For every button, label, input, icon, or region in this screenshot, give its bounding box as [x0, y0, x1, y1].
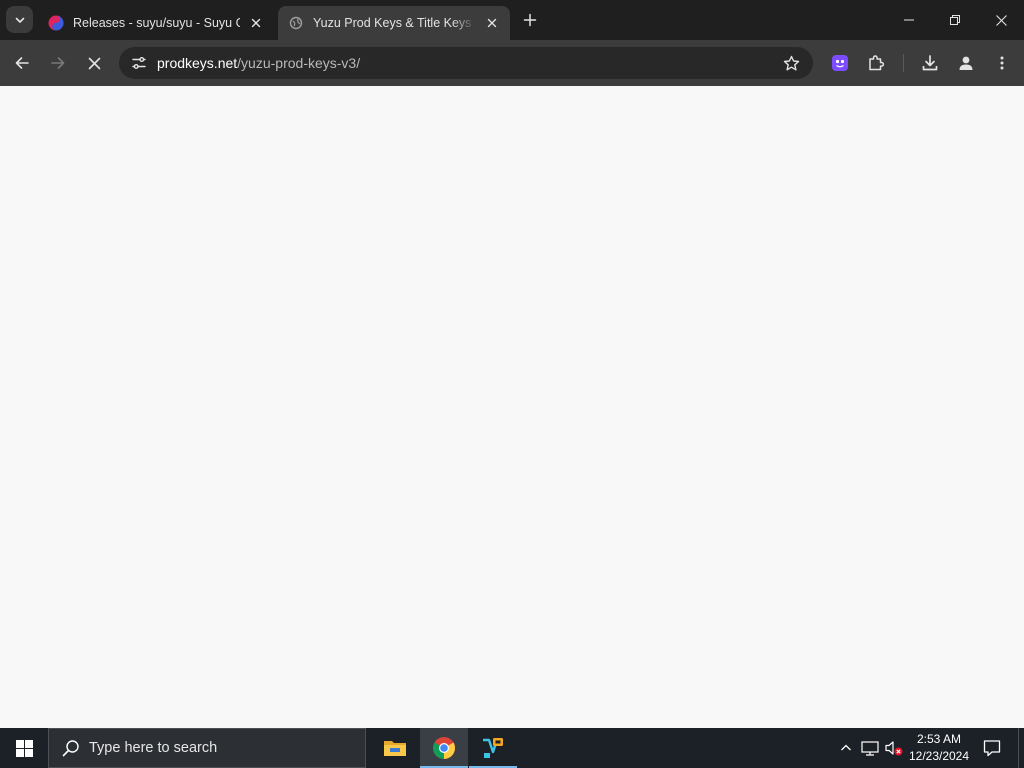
forward-button[interactable] — [44, 49, 72, 77]
stop-loading-button[interactable] — [80, 49, 108, 77]
volume-button[interactable] — [884, 738, 904, 758]
arrow-right-icon — [51, 57, 65, 69]
clock-time: 2:53 AM — [916, 732, 962, 746]
taskbar-search-box[interactable]: Type here to search — [48, 728, 366, 768]
download-icon — [922, 55, 938, 71]
file-explorer-icon — [384, 741, 406, 756]
taskbar-app-3[interactable] — [469, 728, 517, 768]
chrome-icon — [433, 737, 455, 759]
star-icon — [783, 55, 799, 70]
close-icon — [88, 57, 100, 69]
system-clock[interactable]: 2:53 AM 12/23/2024 — [906, 731, 972, 765]
more-vertical-icon — [1000, 56, 1004, 70]
address-bar[interactable]: prodkeys.net/yuzu-prod-keys-v3/ — [119, 47, 813, 79]
taskbar-chrome[interactable] — [420, 728, 468, 768]
avatar-icon — [959, 56, 973, 70]
extension-app-icon — [832, 55, 848, 71]
network-button[interactable] — [860, 738, 880, 758]
show-desktop-button[interactable] — [1018, 728, 1024, 768]
action-center-button[interactable] — [978, 736, 1006, 760]
start-button[interactable] — [0, 728, 48, 768]
suyu-logo-icon — [48, 15, 64, 31]
vscode-like-app-icon — [483, 738, 503, 758]
url-text[interactable]: prodkeys.net/yuzu-prod-keys-v3/ — [157, 55, 360, 71]
windows-logo-icon — [15, 739, 33, 757]
downloads-button[interactable] — [916, 49, 944, 77]
clock-date: 12/23/2024 — [908, 749, 970, 763]
search-icon — [61, 738, 81, 758]
show-hidden-icons-button[interactable] — [836, 738, 856, 758]
search-placeholder: Type here to search — [89, 740, 218, 756]
tab-strip: Releases - suyu/suyu - Suyu Git Yuzu Pro… — [0, 0, 1024, 40]
tab-search-button[interactable] — [6, 6, 33, 33]
loading-globe-icon — [288, 15, 304, 31]
new-tab-button[interactable] — [518, 8, 542, 32]
extensions-menu-button[interactable] — [862, 49, 890, 77]
close-window-button[interactable] — [978, 0, 1024, 40]
minimize-button[interactable] — [886, 0, 932, 40]
tune-icon — [132, 57, 146, 69]
restore-button[interactable] — [932, 0, 978, 40]
arrow-left-icon — [15, 57, 29, 69]
extension-button[interactable] — [826, 49, 854, 77]
tab-title: Yuzu Prod Keys & Title Keys v19 — [313, 16, 476, 30]
chevron-up-icon — [841, 744, 851, 751]
volume-muted-icon — [885, 741, 903, 756]
chevron-down-icon — [15, 17, 24, 23]
profile-button[interactable] — [952, 49, 980, 77]
restore-icon — [950, 15, 960, 25]
chrome-menu-button[interactable] — [988, 49, 1016, 77]
plus-icon — [523, 13, 537, 27]
toolbar-divider — [903, 54, 904, 72]
minimize-icon — [904, 19, 914, 21]
windows-taskbar: Type here to search 2:53 AM 12/23/2024 — [0, 728, 1024, 768]
back-button[interactable] — [8, 49, 36, 77]
tab-yuzu-prod-keys[interactable]: Yuzu Prod Keys & Title Keys v19 — [278, 6, 510, 40]
network-icon — [861, 741, 879, 756]
tab-title: Releases - suyu/suyu - Suyu Git — [73, 16, 240, 30]
bookmark-button[interactable] — [781, 53, 801, 73]
url-path: /yuzu-prod-keys-v3/ — [237, 55, 361, 71]
page-content[interactable] — [0, 86, 1024, 728]
notification-icon — [983, 740, 1001, 757]
puzzle-piece-icon — [869, 55, 885, 71]
taskbar-file-explorer[interactable] — [371, 728, 419, 768]
url-host: prodkeys.net — [157, 55, 238, 71]
tab-releases[interactable]: Releases - suyu/suyu - Suyu Git — [38, 6, 274, 40]
close-tab-icon[interactable] — [484, 15, 500, 31]
close-tab-icon[interactable] — [248, 15, 264, 31]
close-icon — [995, 14, 1007, 26]
site-info-button[interactable] — [127, 51, 151, 75]
